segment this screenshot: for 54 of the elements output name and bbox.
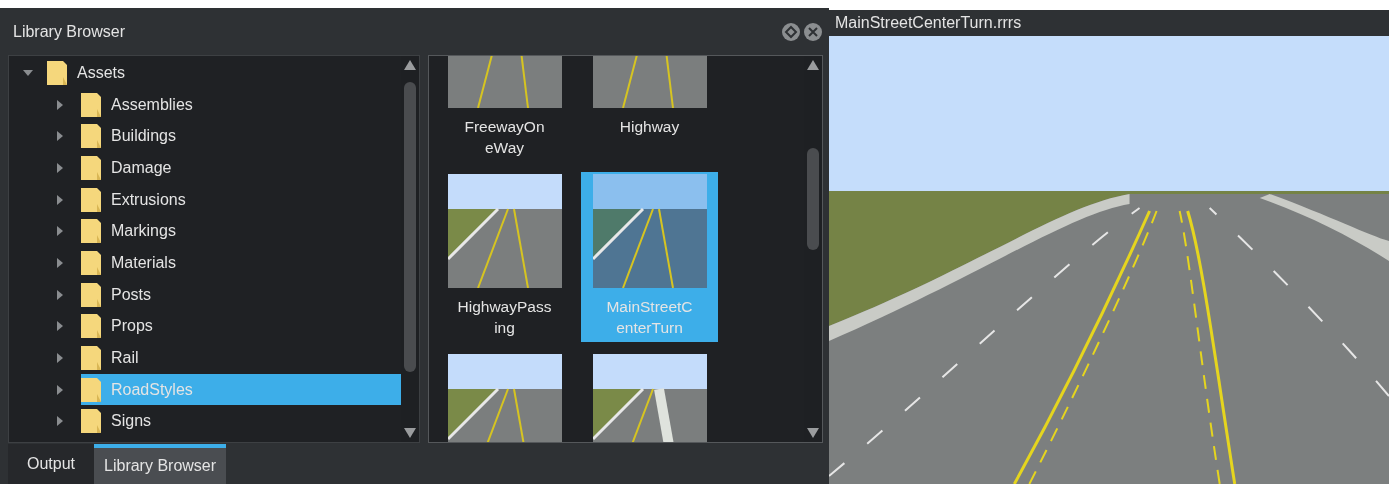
road-style-tile[interactable]: HighwayPass ing [436,172,573,342]
folder-icon [81,314,101,339]
folder-icon [47,60,67,85]
folder-icon [81,409,101,434]
tree-item[interactable]: Extrusions [81,184,401,216]
folder-icon [81,346,101,371]
tree-item[interactable]: Buildings [81,120,401,152]
tree-item[interactable]: Props [81,310,401,342]
tile-label: HighwayPass ing [457,297,552,338]
panel-tab[interactable]: Library Browser [94,444,227,484]
caret-icon[interactable] [55,99,65,110]
viewport-title: MainStreetCenterTurn.rrrs [835,13,1022,33]
tree-item[interactable]: Markings [81,215,401,247]
scrollbar-thumb[interactable] [807,148,819,250]
scroll-down-icon[interactable] [404,428,416,438]
caret-icon[interactable] [55,384,65,395]
folder-icon [81,282,101,307]
panel-title: Library Browser [13,21,126,42]
scroll-up-icon[interactable] [404,60,416,70]
tree-item[interactable]: Materials [81,247,401,279]
tile-label: MainStreetC enterTurn [606,297,693,338]
folder-icon [81,187,101,212]
caret-icon[interactable] [55,162,65,173]
tree-item[interactable]: Signs [81,405,401,437]
scrollbar-thumb[interactable] [404,82,416,372]
road-style-tile[interactable]: Highway [581,56,718,162]
caret-icon[interactable] [55,226,65,237]
caret-icon[interactable] [55,416,65,427]
tree-item[interactable]: Damage [81,152,401,184]
tree-item[interactable]: Posts [81,279,401,311]
folder-icon [81,124,101,149]
tree-item[interactable]: Assemblies [81,89,401,121]
scroll-down-icon[interactable] [807,428,819,438]
scroll-up-icon[interactable] [807,60,819,70]
folder-icon [81,92,101,117]
tree-item[interactable]: Assets [47,57,401,89]
caret-icon[interactable] [23,67,33,78]
caret-icon[interactable] [55,289,65,300]
caret-icon[interactable] [55,257,65,268]
float-icon[interactable] [782,22,800,41]
tile-label: FreewayOn eWay [464,117,545,158]
road-style-tile[interactable]: FreewayOn eWay [436,56,573,162]
folder-icon [81,377,101,402]
panel-tab[interactable]: Output [8,444,95,484]
tree-item[interactable]: Rail [81,342,401,374]
close-icon[interactable] [804,22,822,41]
caret-icon[interactable] [55,194,65,205]
caret-icon[interactable] [55,353,65,364]
folder-icon [81,219,101,244]
folder-icon [81,250,101,275]
tile-label: Highway [619,117,680,137]
folder-icon [81,155,101,180]
caret-icon[interactable] [55,321,65,332]
caret-icon[interactable] [55,131,65,142]
